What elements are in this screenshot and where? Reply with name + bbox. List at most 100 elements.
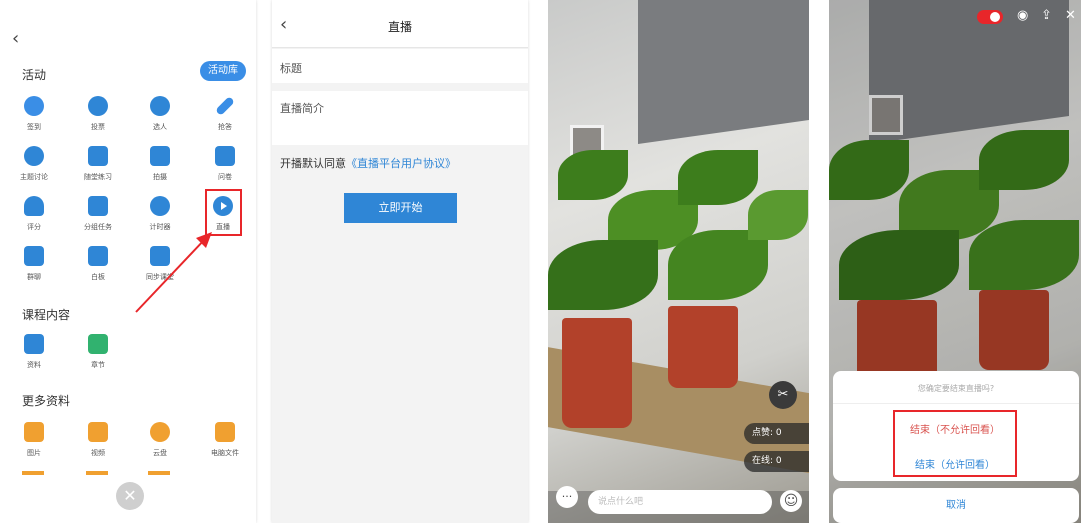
agreement-link[interactable]: 《直播平台用户协议》	[346, 157, 456, 170]
computer-icon	[215, 422, 235, 442]
questionnaire-icon	[215, 146, 235, 166]
more-item-computer[interactable]: 电脑文件	[203, 422, 247, 458]
record-toggle[interactable]	[977, 10, 1003, 24]
plant-pot	[562, 318, 632, 428]
course-item-materials[interactable]: 资料	[12, 334, 56, 370]
activity-item-rating[interactable]: 评分	[12, 196, 56, 232]
hand-tap-icon	[24, 96, 44, 116]
activity-item-race[interactable]: 抢答	[203, 96, 247, 132]
intro-label: 直播简介	[280, 102, 324, 115]
title-field[interactable]: 标题	[272, 49, 528, 83]
end-live-panel: ◉ ⇪ ✕ 您确定要结束直播吗? 结束（不允许回看） 结束（允许回看） 取消	[829, 0, 1081, 523]
partial-item-icon	[148, 471, 170, 475]
activity-label: 群聊	[27, 273, 41, 281]
more-item-cloud[interactable]: 云盘	[138, 422, 182, 458]
activity-label: 选人	[153, 123, 167, 131]
more-section-title: 更多资料	[22, 394, 71, 408]
more-label: 电脑文件	[211, 449, 239, 457]
activity-item-shoot[interactable]: 拍摄	[138, 146, 182, 182]
divider	[833, 403, 1079, 404]
activity-item-exercise[interactable]: 随堂练习	[76, 146, 120, 182]
activity-label: 随堂练习	[84, 173, 112, 181]
whiteboard-icon	[88, 246, 108, 266]
course-label: 章节	[91, 361, 105, 369]
online-counter: 在线: 0	[744, 451, 809, 472]
activity-label: 投票	[91, 123, 105, 131]
more-item-images[interactable]: 图片	[12, 422, 56, 458]
cancel-button[interactable]: 取消	[833, 488, 1079, 523]
activity-label: 白板	[91, 273, 105, 281]
activity-label: 拍摄	[153, 173, 167, 181]
live-setup-panel: ‹ 直播 标题 直播简介 开播默认同意《直播平台用户协议》 立即开始	[272, 0, 528, 523]
group-chat-icon	[24, 246, 44, 266]
activity-item-whiteboard[interactable]: 白板	[76, 246, 120, 282]
image-icon	[24, 422, 44, 442]
message-icon[interactable]: ···	[556, 486, 578, 508]
exercise-icon	[88, 146, 108, 166]
activity-label: 主题讨论	[20, 173, 48, 181]
more-label: 视频	[91, 449, 105, 457]
camera-icon[interactable]: ◉	[1017, 8, 1028, 23]
video-icon	[88, 422, 108, 442]
activity-label: 分组任务	[84, 223, 112, 231]
arrow-annotation-icon	[135, 232, 212, 313]
activity-item-pick[interactable]: 选人	[138, 96, 182, 132]
activity-item-questionnaire[interactable]: 问卷	[203, 146, 247, 182]
leaf-shape	[678, 150, 758, 205]
activity-item-group-task[interactable]: 分组任务	[76, 196, 120, 232]
more-label: 图片	[27, 449, 41, 457]
activity-item-discussion[interactable]: 主题讨论	[12, 146, 56, 182]
ceiling-shape	[638, 0, 809, 145]
start-live-button[interactable]: 立即开始	[344, 193, 457, 223]
emoji-icon[interactable]: ☺	[780, 490, 802, 512]
intro-field[interactable]: 直播简介	[272, 91, 528, 145]
leaf-shape	[668, 230, 768, 300]
header-bar: ‹ 直播	[272, 0, 528, 48]
options-highlight-box	[893, 410, 1017, 477]
more-label: 云盘	[153, 449, 167, 457]
microphone-icon	[215, 96, 235, 116]
back-icon[interactable]: ‹	[12, 28, 19, 49]
activity-item-checkin[interactable]: 签到	[12, 96, 56, 132]
activity-item-vote[interactable]: 投票	[76, 96, 120, 132]
agreement-text: 开播默认同意《直播平台用户协议》	[280, 155, 456, 171]
leaf-shape	[748, 190, 808, 240]
course-section-title: 课程内容	[22, 308, 71, 322]
dialog-question: 您确定要结束直播吗?	[917, 384, 995, 393]
more-item-video[interactable]: 视频	[76, 422, 120, 458]
activity-label: 问卷	[218, 173, 232, 181]
leaf-shape	[558, 150, 628, 200]
group-task-icon	[88, 196, 108, 216]
share-icon[interactable]: ⇪	[1041, 8, 1052, 23]
activity-label: 抢答	[218, 123, 232, 131]
chat-bubble-icon	[24, 146, 44, 166]
folder-icon	[24, 334, 44, 354]
leaf-shape	[548, 240, 658, 310]
close-button[interactable]: ✕	[116, 482, 144, 510]
camera-icon	[150, 146, 170, 166]
activity-label: 签到	[27, 123, 41, 131]
person-select-icon	[150, 96, 170, 116]
chapter-icon	[88, 334, 108, 354]
activity-library-button[interactable]: 活动库	[200, 61, 246, 81]
page-title: 直播	[387, 20, 412, 34]
comment-input[interactable]: 说点什么吧	[588, 490, 772, 514]
partial-item-icon	[86, 471, 108, 475]
rating-icon	[24, 196, 44, 216]
activity-panel: ‹ 活动 活动库 签到 投票 选人 抢答 主题讨论 随堂练习 拍摄 问卷 评分	[0, 0, 256, 523]
activity-item-group-chat[interactable]: 群聊	[12, 246, 56, 282]
agreement-prefix: 开播默认同意	[280, 157, 346, 170]
activities-section-title: 活动	[22, 68, 47, 82]
likes-counter: 点赞: 0	[744, 423, 809, 444]
live-view-panel: ✂ 点赞: 0 在线: 0 ··· 说点什么吧 ☺	[548, 0, 809, 523]
cloud-icon	[150, 422, 170, 442]
timer-icon	[150, 196, 170, 216]
close-icon[interactable]: ✕	[1065, 8, 1076, 23]
course-label: 资料	[27, 361, 41, 369]
course-item-chapters[interactable]: 章节	[76, 334, 120, 370]
partial-item-icon	[22, 471, 44, 475]
plant-pot	[668, 306, 738, 388]
bar-chart-icon	[88, 96, 108, 116]
scissors-icon[interactable]: ✂	[769, 381, 797, 409]
activity-label: 评分	[27, 223, 41, 231]
